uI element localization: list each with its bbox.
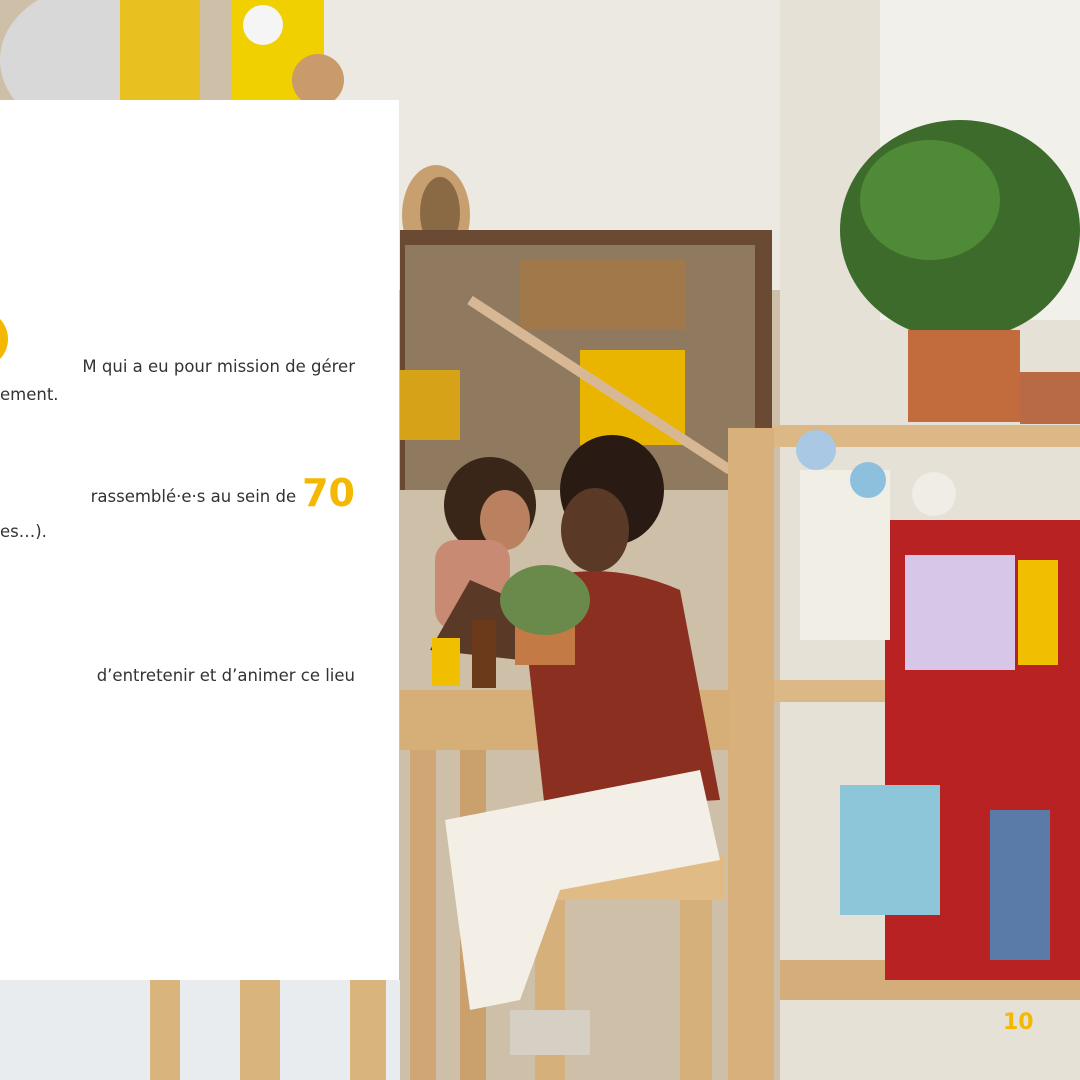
paragraph-1-line-1: M qui a eu pour mission de gérer — [82, 357, 355, 376]
paragraph-1: M qui a eu pour mission de gérer ement. — [0, 353, 399, 409]
paragraph-3-line-1: d’entretenir et d’animer ce lieu — [96, 666, 355, 685]
paragraph-3: d’entretenir et d’animer ce lieu — [0, 662, 399, 690]
page-number: 10 — [1003, 1010, 1034, 1035]
paragraph-2: rassemblé·e·s au sein de 70 es…). — [0, 472, 399, 546]
text-card: M qui a eu pour mission de gérer ement. … — [0, 100, 399, 980]
highlight-number: 70 — [302, 472, 355, 515]
paragraph-2-line-1: rassemblé·e·s au sein de 70 — [90, 472, 355, 515]
paragraph-2-line-2: es…). — [0, 522, 47, 541]
paragraph-1-line-2: ement. — [0, 385, 59, 404]
